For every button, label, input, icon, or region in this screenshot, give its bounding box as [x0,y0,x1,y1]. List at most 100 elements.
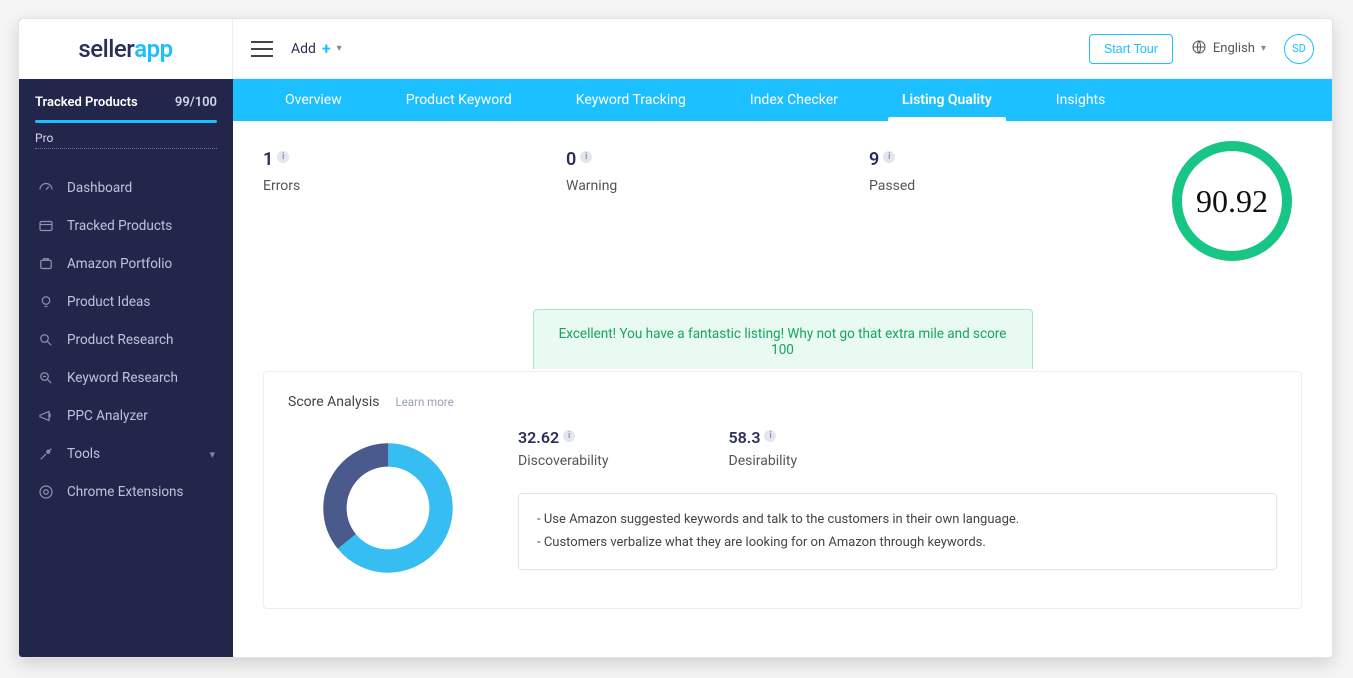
tab-keyword-tracking[interactable]: Keyword Tracking [544,79,718,121]
panel-title: Score Analysis [288,394,380,410]
sidebar-item-label: Keyword Research [67,370,178,386]
stat-errors-value: 1 [263,149,273,170]
sidebar-item-keyword-research[interactable]: Keyword Research [19,359,233,397]
avatar-initials: SD [1292,42,1306,55]
sidebar-item-ppc-analyzer[interactable]: PPC Analyzer [19,397,233,435]
tab-label: Overview [285,92,342,108]
info-icon[interactable]: i [883,151,895,163]
stat-passed: 9i Passed [869,147,1172,194]
search-icon [37,331,55,349]
plus-icon: + [322,39,331,58]
discoverability-label: Discoverability [518,453,609,469]
info-icon[interactable]: i [580,151,592,163]
alert-text: Excellent! You have a fantastic listing!… [559,326,1007,358]
tip-line-1: - Use Amazon suggested keywords and talk… [537,508,1258,531]
success-alert: Excellent! You have a fantastic listing!… [533,309,1033,373]
tracked-products-count: 99/100 [175,95,217,110]
metrics-column: 32.62i Discoverability 58.3i Desirabilit… [518,428,1277,570]
chevron-down-icon: ▾ [209,448,215,461]
tracked-products-header[interactable]: Tracked Products 99/100 [19,79,233,116]
tab-index-checker[interactable]: Index Checker [718,79,870,121]
tab-label: Listing Quality [902,92,992,108]
bulb-icon [37,293,55,311]
desirability-value: 58.3 [729,428,761,447]
stat-errors-label: Errors [263,178,566,194]
stat-errors: 1i Errors [263,147,566,194]
sidebar-item-chrome-extensions[interactable]: Chrome Extensions [19,473,233,511]
sidebar-item-product-ideas[interactable]: Product Ideas [19,283,233,321]
tab-listing-quality[interactable]: Listing Quality [870,79,1024,121]
sidebar-item-tracked-products[interactable]: Tracked Products [19,207,233,245]
info-icon[interactable]: i [277,151,289,163]
tabstrip: Overview Product Keyword Keyword Trackin… [233,79,1332,121]
gauge-icon [37,179,55,197]
sidebar-item-label: Tools [67,446,100,462]
desirability-label: Desirability [729,453,798,469]
tab-label: Product Keyword [406,92,512,108]
info-icon[interactable]: i [563,430,575,442]
sidebar-item-label: Tracked Products [67,218,172,234]
avatar[interactable]: SD [1284,34,1314,64]
tips-box: - Use Amazon suggested keywords and talk… [518,493,1277,570]
chevron-down-icon: ▾ [337,43,342,54]
tab-overview[interactable]: Overview [253,79,374,121]
sidebar-item-label: Dashboard [67,180,132,196]
tab-insights[interactable]: Insights [1024,79,1138,121]
sidebar-item-label: Product Research [67,332,173,348]
sidebar-item-label: Product Ideas [67,294,150,310]
nav: Dashboard Tracked Products Amazon Portfo… [19,163,233,511]
stat-warning-value: 0 [566,149,576,170]
tab-product-keyword[interactable]: Product Keyword [374,79,544,121]
sidebar-item-amazon-portfolio[interactable]: Amazon Portfolio [19,245,233,283]
tab-label: Index Checker [750,92,838,108]
portfolio-icon [37,255,55,273]
logo-text-2: app [134,35,172,63]
sidebar-item-label: Chrome Extensions [67,484,183,500]
info-icon[interactable]: i [764,430,776,442]
stats-row: 1i Errors 0i Warning 9i Passed 90.92 [263,147,1302,261]
box-icon [37,217,55,235]
sidebar-item-label: PPC Analyzer [67,408,148,424]
sidebar: sellerapp Tracked Products 99/100 Pro Da… [19,19,233,657]
content-area: 1i Errors 0i Warning 9i Passed 90.92 Exc… [233,121,1332,657]
add-label: Add [291,41,316,57]
language-switcher[interactable]: English ▾ [1191,39,1266,59]
tracked-underline [35,120,217,123]
menu-toggle-icon[interactable] [251,41,273,57]
score-analysis-panel: Score Analysis Learn more [263,371,1302,609]
stat-warning: 0i Warning [566,147,869,194]
sidebar-item-dashboard[interactable]: Dashboard [19,169,233,207]
key-search-icon [37,369,55,387]
learn-more-link[interactable]: Learn more [396,395,454,409]
tab-label: Insights [1056,92,1106,108]
add-button[interactable]: Add + ▾ [291,39,342,58]
main-column: Add + ▾ Start Tour English ▾ SD Overview… [233,19,1332,657]
chrome-icon [37,483,55,501]
sidebar-item-tools[interactable]: Tools ▾ [19,435,233,473]
language-label: English [1213,41,1255,56]
metric-discoverability: 32.62 i Discoverability [518,428,609,469]
donut-chart [288,428,488,578]
sidebar-item-label: Amazon Portfolio [67,256,172,272]
megaphone-icon [37,407,55,425]
stat-passed-value: 9 [869,149,879,170]
logo: sellerapp [19,19,233,79]
discoverability-value: 32.62 [518,428,559,447]
app-frame: sellerapp Tracked Products 99/100 Pro Da… [18,18,1333,658]
tracked-products-label: Tracked Products [35,95,138,110]
score-ring: 90.92 [1172,141,1292,261]
metric-desirability: 58.3i Desirability [729,428,798,469]
tab-label: Keyword Tracking [576,92,686,108]
tools-icon [37,445,55,463]
sidebar-item-product-research[interactable]: Product Research [19,321,233,359]
globe-icon [1191,39,1207,59]
stat-passed-label: Passed [869,178,1172,194]
topbar: Add + ▾ Start Tour English ▾ SD [233,19,1332,79]
chevron-down-icon: ▾ [1261,43,1266,54]
start-tour-button[interactable]: Start Tour [1089,34,1173,64]
score-value: 90.92 [1196,183,1268,220]
tip-line-2: - Customers verbalize what they are look… [537,531,1258,554]
plan-badge[interactable]: Pro [35,131,217,149]
logo-text-1: seller [78,35,134,63]
stat-warning-label: Warning [566,178,869,194]
